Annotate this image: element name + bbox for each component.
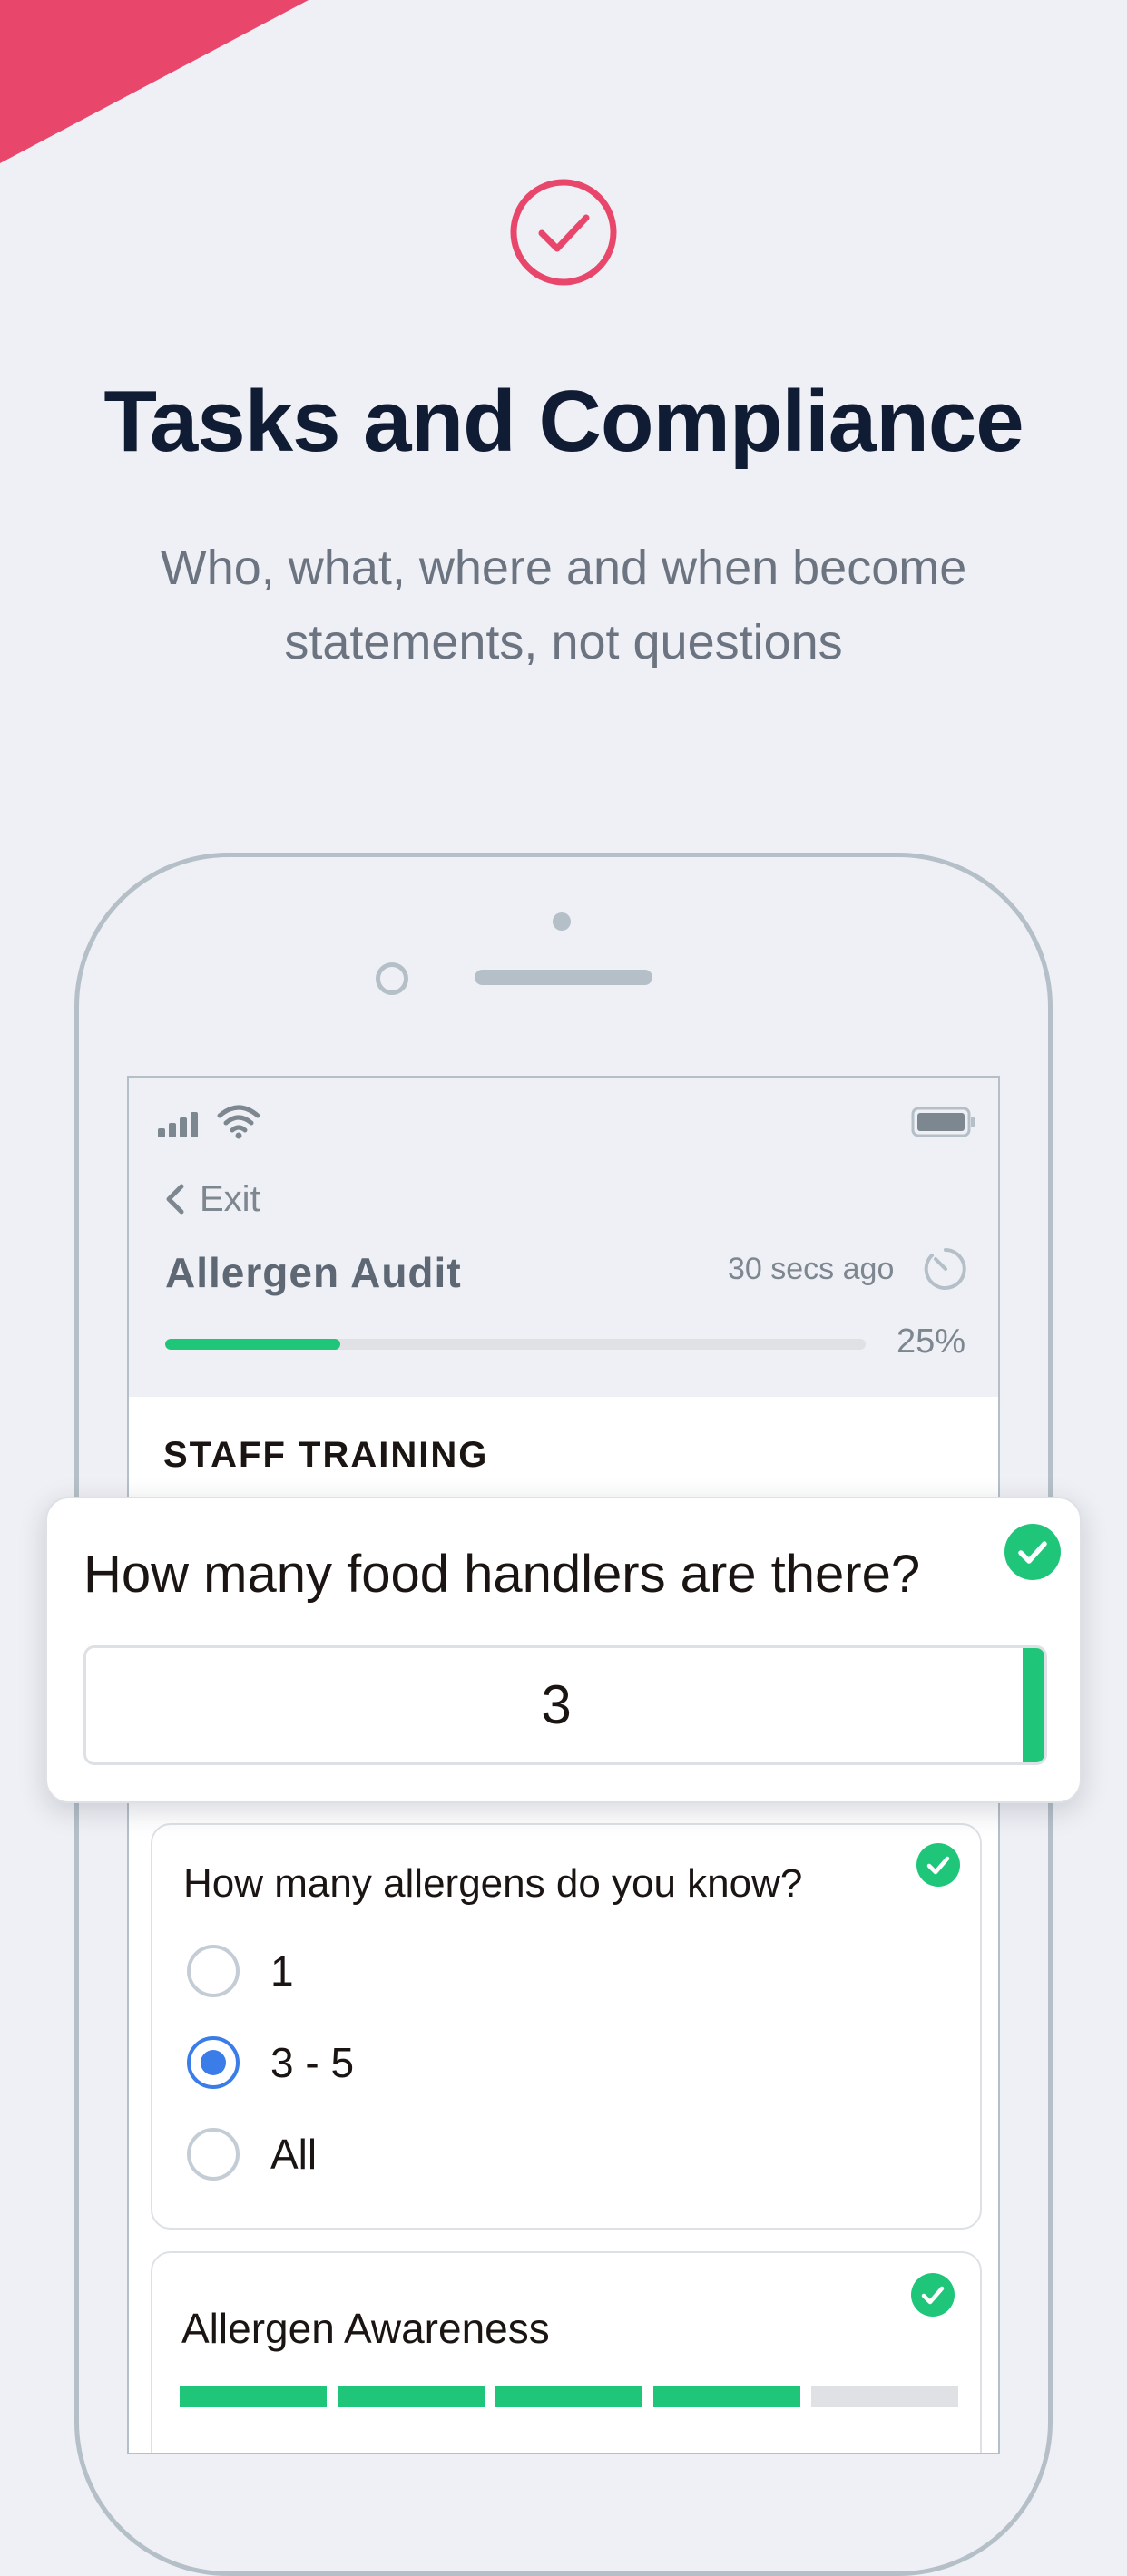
radio-button-selected[interactable]	[187, 2036, 240, 2089]
phone-sensor	[553, 912, 571, 931]
phone-camera	[376, 962, 408, 995]
answered-check-icon	[916, 1843, 960, 1887]
chevron-left-icon	[166, 1184, 184, 1215]
answer-valid-indicator	[1023, 1648, 1044, 1762]
audit-title: Allergen Audit	[165, 1249, 462, 1296]
radio-option-label: 3 - 5	[270, 2039, 355, 2086]
question-card: How many allergens do you know? 1 3 - 5 …	[151, 1823, 982, 2230]
answered-check-icon	[911, 2273, 955, 2317]
answered-check-icon	[1004, 1524, 1061, 1580]
progress-segment-filled	[653, 2386, 800, 2407]
signal-icon	[158, 1112, 198, 1137]
corner-accent	[0, 0, 309, 163]
exit-button[interactable]: Exit	[160, 1177, 260, 1221]
answer-input[interactable]: 3	[83, 1645, 1047, 1765]
radio-option-all[interactable]: All	[187, 2128, 317, 2181]
progress-segment-empty	[811, 2386, 958, 2407]
phone-speaker	[475, 970, 652, 985]
check-circle-icon	[510, 179, 617, 286]
audit-progress-label: 25%	[897, 1322, 966, 1361]
subtitle-line-2: statements, not questions	[284, 615, 843, 669]
exit-label: Exit	[200, 1178, 260, 1219]
last-saved-time: 30 secs ago	[728, 1252, 895, 1286]
wifi-icon	[217, 1105, 260, 1139]
progress-segment-filled	[180, 2386, 327, 2407]
question-text: Allergen Awareness	[181, 2305, 550, 2352]
section-title: STAFF TRAINING	[163, 1435, 489, 1475]
subtitle-line-1: Who, what, where and when become	[160, 541, 967, 595]
page-title: Tasks and Compliance	[103, 373, 1024, 470]
radio-option-1[interactable]: 1	[187, 1945, 294, 1997]
radio-option-3-5[interactable]: 3 - 5	[187, 2036, 354, 2089]
radio-button[interactable]	[187, 1945, 240, 1997]
battery-icon	[911, 1107, 975, 1137]
question-text: How many food handlers are there?	[83, 1545, 921, 1604]
progress-segment-filled	[495, 2386, 642, 2407]
audit-header: Exit Allergen Audit 30 secs ago 25%	[129, 1078, 998, 1397]
audit-progress-bar	[165, 1339, 866, 1350]
timer-icon	[924, 1248, 966, 1290]
answer-value[interactable]: 3	[86, 1648, 1026, 1762]
page-subtitle: Who, what, where and when become stateme…	[109, 531, 1018, 679]
highlighted-question-card: How many food handlers are there? 3	[45, 1497, 1082, 1803]
radio-option-label: All	[270, 2131, 318, 2178]
question-card: Allergen Awareness	[151, 2251, 982, 2453]
audit-progress-fill	[165, 1339, 340, 1350]
question-text: How many allergens do you know?	[183, 1861, 803, 1906]
progress-segment-filled	[338, 2386, 485, 2407]
segmented-progress	[180, 2386, 958, 2407]
radio-button[interactable]	[187, 2128, 240, 2181]
radio-option-label: 1	[270, 1947, 294, 1995]
